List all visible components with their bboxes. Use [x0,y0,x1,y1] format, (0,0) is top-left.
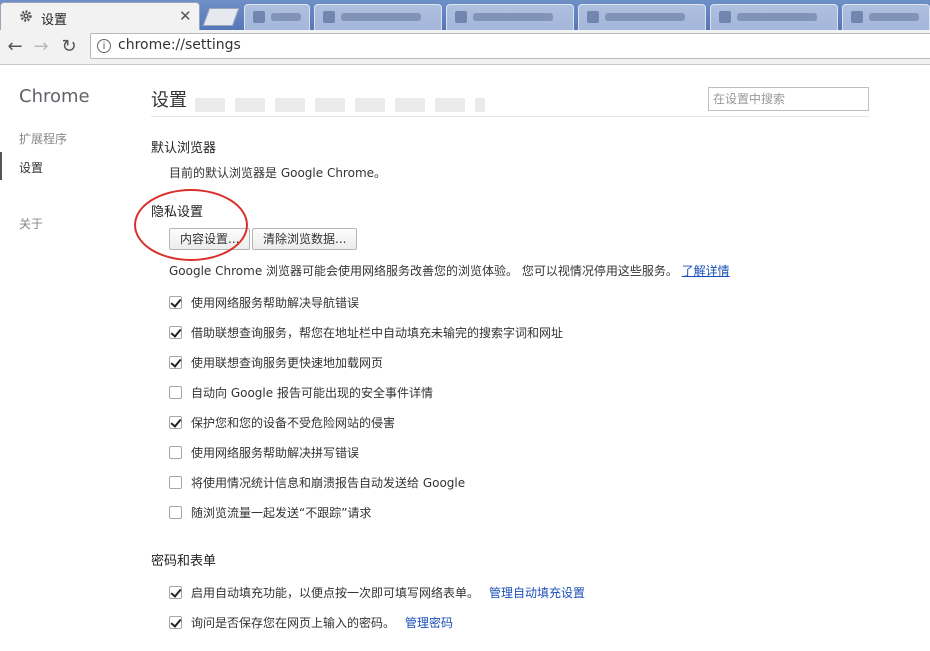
url-text: chrome://settings [118,37,241,53]
checkbox[interactable] [169,325,182,339]
privacy-option-row[interactable]: 使用网络服务帮助解决导航错误 [169,294,359,310]
background-tab[interactable] [710,4,838,30]
background-tab[interactable] [446,4,574,30]
option-label: 启用自动填充功能，以便点按一次即可填写网络表单。 [191,585,480,600]
privacy-option-row[interactable]: 使用联想查询服务更快速地加载网页 [169,354,383,370]
checkbox[interactable] [169,415,182,429]
back-arrow-icon[interactable]: ← [4,36,26,58]
sidebar-active-marker [0,152,2,180]
favicon-icon [587,11,599,23]
manage-autofill-link[interactable]: 管理自动填充设置 [489,584,585,601]
sidebar-title: Chrome [19,86,90,107]
forward-arrow-icon[interactable]: → [30,36,52,58]
favicon-icon [323,11,335,23]
checkbox[interactable] [169,355,182,369]
background-tab[interactable] [314,4,442,30]
favicon-icon [719,11,731,23]
background-tab[interactable] [244,4,310,30]
sidebar-item-about[interactable]: 关于 [19,215,43,232]
checkbox[interactable] [169,505,182,519]
checkbox[interactable] [169,615,182,629]
section-default-browser-heading: 默认浏览器 [151,141,217,156]
privacy-option-row[interactable]: 保护您和您的设备不受危险网站的侵害 [169,414,395,430]
red-highlight-circle [134,189,248,261]
ghost-overlay [195,98,485,112]
option-label: 借助联想查询服务，帮您在地址栏中自动填充未输完的搜索字词和网址 [191,325,564,340]
tab-strip: 设置 ✕ [0,0,930,30]
option-label: 自动向 Google 报告可能出现的安全事件详情 [191,385,433,400]
manage-passwords-link[interactable]: 管理密码 [405,614,453,631]
password-option-row[interactable]: 启用自动填充功能，以便点按一次即可填写网络表单。 管理自动填充设置 [169,584,585,600]
favicon-icon [851,11,863,23]
content-settings-button[interactable]: 内容设置... [169,228,251,250]
tab-title: 设置 [41,13,68,28]
page-title: 设置 [151,90,187,111]
privacy-option-row[interactable]: 借助联想查询服务，帮您在地址栏中自动填充未输完的搜索字词和网址 [169,324,563,340]
privacy-option-row[interactable]: 使用网络服务帮助解决拼写错误 [169,444,359,460]
option-label: 使用网络服务帮助解决拼写错误 [191,445,360,460]
reload-icon[interactable]: ↻ [58,36,80,58]
browser-toolbar: ← → ↻ i chrome://settings [0,30,930,65]
close-tab-icon[interactable]: ✕ [179,7,192,25]
checkbox[interactable] [169,445,182,459]
checkbox[interactable] [169,585,182,599]
privacy-option-row[interactable]: 自动向 Google 报告可能出现的安全事件详情 [169,384,433,400]
address-bar[interactable]: i chrome://settings [90,33,930,59]
default-browser-text: 目前的默认浏览器是 Google Chrome。 [169,166,387,180]
checkbox[interactable] [169,385,182,399]
checkbox[interactable] [169,295,182,309]
favicon-icon [455,11,467,23]
option-label: 随浏览流量一起发送“不跟踪”请求 [191,505,372,520]
learn-more-link[interactable]: 了解详情 [682,264,730,278]
option-label: 使用联想查询服务更快速地加载网页 [191,355,384,370]
option-label: 使用网络服务帮助解决导航错误 [191,295,360,310]
sidebar-item-settings[interactable]: 设置 [19,159,43,176]
tab-settings[interactable]: 设置 ✕ [0,2,200,30]
privacy-description: Google Chrome 浏览器可能会使用网络服务改善您的浏览体验。 您可以视… [169,264,730,278]
divider [151,116,869,117]
password-option-row[interactable]: 询问是否保存您在网页上输入的密码。 管理密码 [169,614,453,630]
privacy-option-row[interactable]: 将使用情况统计信息和崩溃报告自动发送给 Google [169,474,465,490]
background-tab[interactable] [578,4,706,30]
option-label: 询问是否保存您在网页上输入的密码。 [191,615,396,630]
background-tab[interactable] [842,4,930,30]
option-label: 保护您和您的设备不受危险网站的侵害 [191,415,396,430]
clear-browsing-data-button[interactable]: 清除浏览数据... [252,228,358,250]
section-passwords-heading: 密码和表单 [151,554,217,569]
option-label: 将使用情况统计信息和崩溃报告自动发送给 Google [191,475,466,490]
favicon-icon [253,11,265,23]
new-tab-button[interactable] [202,8,240,26]
gear-icon [20,10,32,22]
search-input[interactable] [708,87,869,111]
section-privacy-heading: 隐私设置 [151,205,204,220]
privacy-option-row[interactable]: 随浏览流量一起发送“不跟踪”请求 [169,504,371,520]
sidebar-item-extensions[interactable]: 扩展程序 [19,130,67,147]
info-icon[interactable]: i [97,39,111,53]
checkbox[interactable] [169,475,182,489]
